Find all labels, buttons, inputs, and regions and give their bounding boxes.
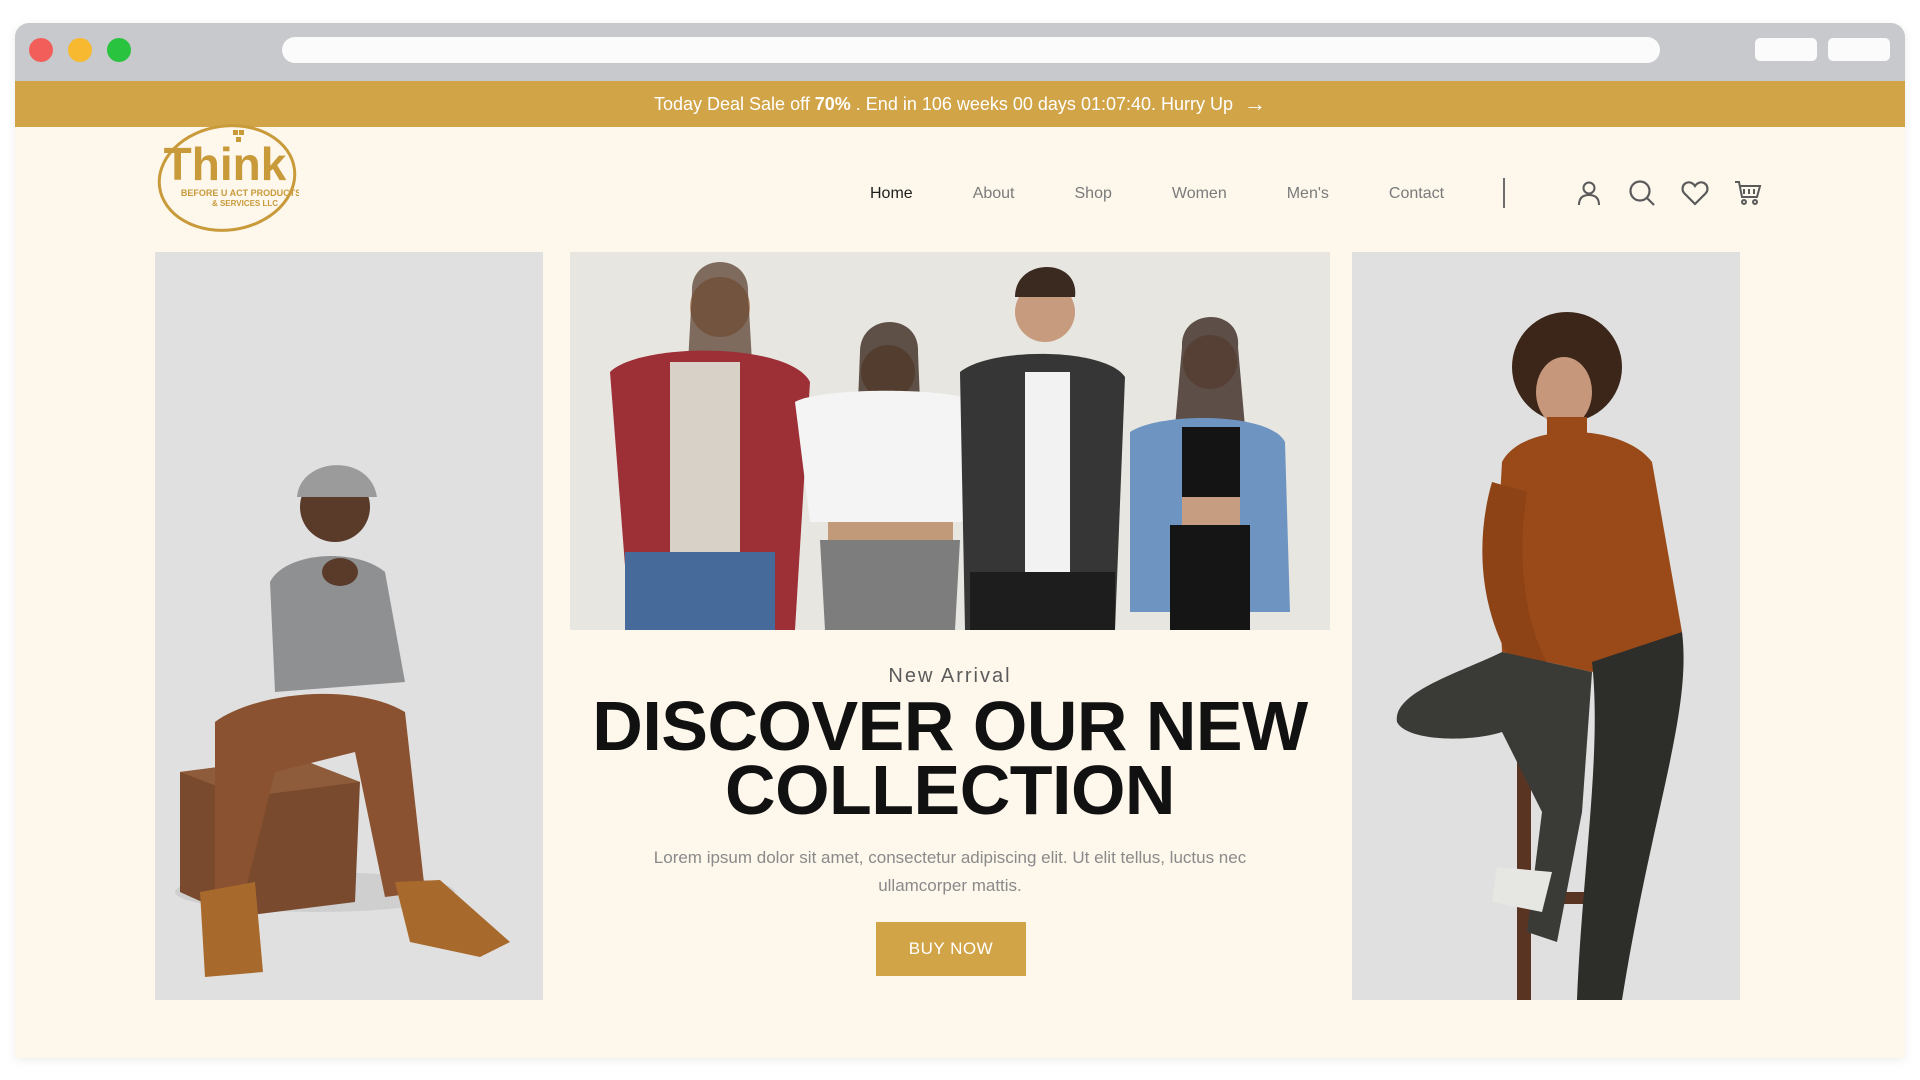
user-icon[interactable]: [1574, 178, 1604, 208]
nav-item-about[interactable]: About: [973, 185, 1015, 203]
model-image-right: [1352, 252, 1740, 1000]
nav-item-home[interactable]: Home: [870, 185, 913, 203]
close-window-button[interactable]: [29, 38, 53, 62]
promo-lead: Today Deal Sale off: [653, 93, 810, 114]
logo[interactable]: Think BEFORE U ACT PRODUCTS & SERVICES L…: [155, 118, 301, 236]
hero-section: New Arrival DISCOVER OUR NEW COLLECTION …: [570, 665, 1330, 900]
hero-eyebrow: New Arrival: [888, 665, 1012, 687]
browser-chrome: [15, 23, 1905, 81]
cart-icon[interactable]: [1733, 178, 1763, 208]
nav-item-contact[interactable]: Contact: [1389, 185, 1444, 203]
minimize-window-button[interactable]: [68, 38, 92, 62]
hero-headline-line2: COLLECTION: [725, 751, 1175, 829]
logo-word: Think: [164, 138, 287, 190]
browser-button[interactable]: [1755, 38, 1817, 61]
hero-headline: DISCOVER OUR NEW COLLECTION: [570, 687, 1330, 829]
model-image-left: [155, 252, 543, 1000]
logo-tagline-1: BEFORE U ACT PRODUCTS: [181, 188, 299, 198]
promo-discount: 70%: [814, 93, 851, 114]
address-bar[interactable]: [282, 37, 1660, 63]
maximize-window-button[interactable]: [107, 38, 131, 62]
promo-countdown: . End in 106 weeks 00 days 01:07:40. Hur…: [855, 93, 1234, 114]
hero-description: Lorem ipsum dolor sit amet, consectetur …: [653, 848, 1247, 895]
nav-item-shop[interactable]: Shop: [1075, 185, 1112, 203]
buy-now-button[interactable]: BUY NOW: [876, 922, 1026, 976]
hero-headline-line1: DISCOVER OUR NEW: [592, 687, 1308, 765]
main-nav: Home About Shop Women Men's Contact: [870, 185, 1504, 203]
search-icon[interactable]: [1627, 178, 1657, 208]
nav-item-mens[interactable]: Men's: [1287, 185, 1329, 203]
hero-group-image: [570, 252, 1330, 630]
browser-button[interactable]: [1828, 38, 1890, 61]
nav-divider: [1503, 178, 1505, 208]
arrow-right-icon[interactable]: →: [1244, 91, 1266, 117]
heart-icon[interactable]: [1680, 178, 1710, 208]
nav-item-women[interactable]: Women: [1172, 185, 1227, 203]
logo-tagline-2: & SERVICES LLC: [212, 199, 278, 208]
